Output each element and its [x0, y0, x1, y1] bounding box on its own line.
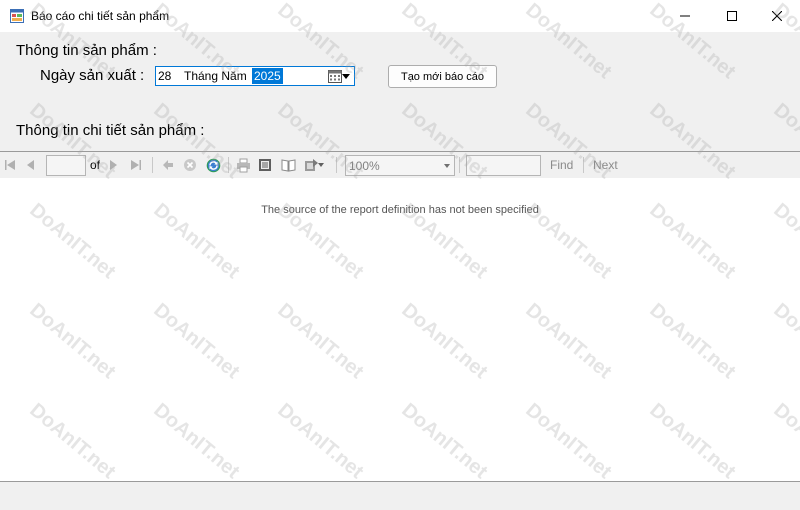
find-link[interactable]: Find — [550, 158, 573, 172]
page-of-label: of — [90, 158, 101, 172]
close-button[interactable] — [754, 0, 800, 32]
last-page-icon — [131, 160, 141, 170]
manufacture-date-picker[interactable]: 28 Tháng Năm 2025 — [155, 66, 355, 86]
page-number-input[interactable] — [46, 155, 86, 176]
date-month[interactable]: Tháng Năm — [184, 69, 247, 83]
minimize-button[interactable] — [662, 0, 708, 32]
zoom-select[interactable]: 100% — [345, 155, 455, 176]
toolbar-separator — [152, 157, 153, 173]
export-dropdown-arrow-icon[interactable] — [317, 157, 325, 173]
zoom-dropdown-arrow-icon[interactable] — [444, 164, 450, 168]
date-dropdown-arrow-icon[interactable] — [342, 74, 350, 79]
print-icon — [236, 158, 250, 172]
product-detail-label: Thông tin chi tiết sản phẩm : — [16, 122, 205, 139]
print-layout-icon — [259, 159, 271, 171]
report-viewer-toolbar: of 100% Find Next — [0, 151, 800, 178]
calendar-icon[interactable] — [328, 69, 342, 83]
toolbar-separator — [336, 157, 337, 173]
next-page-icon — [110, 160, 117, 170]
back-button[interactable] — [160, 157, 176, 173]
print-button[interactable] — [235, 157, 251, 173]
toolbar-separator — [583, 157, 584, 173]
first-page-button[interactable] — [2, 157, 18, 173]
toolbar-separator — [459, 157, 460, 173]
first-page-icon — [5, 160, 15, 170]
title-bar: Báo cáo chi tiết sản phẩm — [0, 0, 800, 32]
report-content-area[interactable]: The source of the report definition has … — [0, 178, 800, 481]
page-setup-icon — [281, 159, 295, 172]
toolbar-separator — [228, 157, 229, 173]
minimize-icon — [680, 15, 690, 17]
page-setup-button[interactable] — [280, 157, 296, 173]
window-title: Báo cáo chi tiết sản phẩm — [31, 9, 170, 23]
app-form-icon — [10, 9, 24, 23]
status-bar — [0, 481, 800, 510]
zoom-value: 100% — [349, 159, 380, 173]
date-year[interactable]: 2025 — [252, 68, 283, 84]
manufacture-date-label: Ngày sản xuất : — [40, 67, 145, 84]
main-window: Báo cáo chi tiết sản phẩm Thông tin sản … — [0, 0, 800, 510]
new-report-button[interactable]: Tạo mới báo cáo — [388, 65, 497, 88]
find-input[interactable] — [466, 155, 541, 176]
refresh-button[interactable] — [205, 157, 221, 173]
maximize-icon — [727, 11, 737, 21]
stop-button[interactable] — [182, 157, 198, 173]
find-next-link[interactable]: Next — [593, 158, 618, 172]
back-arrow-icon — [163, 160, 173, 170]
previous-page-button[interactable] — [22, 157, 38, 173]
date-day[interactable]: 28 — [158, 69, 171, 83]
close-icon — [772, 11, 782, 21]
previous-page-icon — [27, 160, 34, 170]
product-info-label: Thông tin sản phẩm : — [16, 42, 157, 59]
stop-icon — [184, 159, 196, 171]
next-page-button[interactable] — [106, 157, 122, 173]
print-layout-button[interactable] — [257, 157, 273, 173]
maximize-button[interactable] — [709, 0, 755, 32]
report-status-message: The source of the report definition has … — [261, 204, 539, 216]
refresh-icon — [206, 158, 220, 172]
last-page-button[interactable] — [128, 157, 144, 173]
